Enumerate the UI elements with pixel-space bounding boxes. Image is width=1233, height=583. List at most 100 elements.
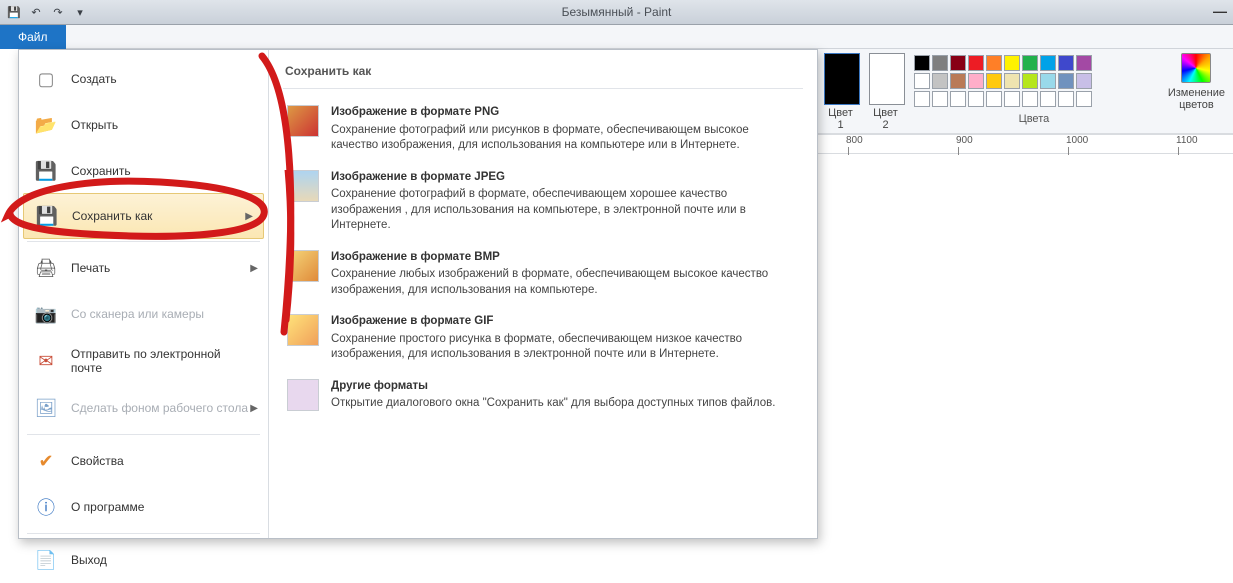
ribbon-tab-area <box>66 25 1233 49</box>
palette-swatch[interactable] <box>986 73 1002 89</box>
palette-swatch[interactable] <box>1022 73 1038 89</box>
file-menu-item-saveas[interactable]: 💾Сохранить как▶ <box>23 193 264 239</box>
format-description: Сохранение любых изображений в формате, … <box>331 267 799 298</box>
palette-swatch[interactable] <box>1004 55 1020 71</box>
file-menu-item-label: Свойства <box>71 454 124 468</box>
title-bar: 💾 ↶ ↷ ▾ Безымянный - Paint — <box>0 0 1233 25</box>
menu-separator <box>27 241 260 242</box>
file-menu-item-label: Сохранить как <box>72 209 152 223</box>
color2-label: Цвет 2 <box>873 107 898 131</box>
palette-swatch[interactable] <box>1076 91 1092 107</box>
file-menu-left-pane: ▢Создать📂Открыть💾Сохранить💾Сохранить как… <box>19 50 269 538</box>
file-menu-item-desk: 🖼Сделать фоном рабочего стола▶ <box>19 385 268 431</box>
palette-swatch[interactable] <box>950 73 966 89</box>
format-title: Другие форматы <box>331 379 775 395</box>
save-as-format-option[interactable]: Другие форматыОткрытие диалогового окна … <box>283 371 803 420</box>
menu-separator <box>27 533 260 534</box>
color2-swatch <box>869 53 905 105</box>
submenu-arrow-icon: ▶ <box>250 263 258 274</box>
format-title: Изображение в формате GIF <box>331 314 799 330</box>
palette-swatch[interactable] <box>1040 91 1056 107</box>
palette-swatch[interactable] <box>950 55 966 71</box>
save-as-format-option[interactable]: Изображение в формате BMPСохранение любы… <box>283 242 803 307</box>
menu-separator <box>27 434 260 435</box>
palette-swatch[interactable] <box>914 73 930 89</box>
palette-swatch[interactable] <box>1022 91 1038 107</box>
desk-icon: 🖼 <box>33 395 59 421</box>
file-menu-item-scan: 📷Со сканера или камеры <box>19 291 268 337</box>
file-menu-item-label: Со сканера или камеры <box>71 307 204 321</box>
file-menu-item-label: Выход <box>71 553 107 567</box>
file-menu-right-pane: Сохранить как Изображение в формате PNGС… <box>269 50 817 538</box>
save-as-format-option[interactable]: Изображение в формате PNGСохранение фото… <box>283 97 803 162</box>
quick-access-toolbar: 💾 ↶ ↷ ▾ <box>0 2 90 22</box>
palette-swatch[interactable] <box>1022 55 1038 71</box>
color-palette <box>908 49 1160 107</box>
save-as-format-option[interactable]: Изображение в формате GIF Сохранение прос… <box>283 306 803 371</box>
palette-swatch[interactable] <box>1058 73 1074 89</box>
file-menu-item-mail[interactable]: ✉ Отправить по электронной почте <box>19 337 268 385</box>
format-title: Изображение в формате PNG <box>331 105 799 121</box>
palette-swatch[interactable] <box>968 73 984 89</box>
submenu-arrow-icon: ▶ <box>250 403 258 414</box>
qat-redo-icon[interactable]: ↷ <box>48 2 68 22</box>
minimize-button[interactable]: — <box>1213 3 1227 19</box>
qat-customize-icon[interactable]: ▾ <box>70 2 90 22</box>
file-menu-item-label: Отправить по электронной почте <box>71 347 254 375</box>
palette-swatch[interactable] <box>1058 91 1074 107</box>
palette-swatch[interactable] <box>968 55 984 71</box>
file-menu-item-new[interactable]: ▢Создать <box>19 56 268 102</box>
palette-swatch[interactable] <box>986 55 1002 71</box>
file-menu-item-print[interactable]: 🖨Печать▶ <box>19 245 268 291</box>
ribbon-colors-group: Цвет 1 Цвет 2 Цвета Изменение цветов <box>818 49 1233 134</box>
format-description: Открытие диалогового окна "Сохранить как… <box>331 396 775 412</box>
prop-icon: ✔ <box>33 448 59 474</box>
palette-swatch[interactable] <box>1040 73 1056 89</box>
file-menu-item-save[interactable]: 💾Сохранить <box>19 148 268 194</box>
qat-undo-icon[interactable]: ↶ <box>26 2 46 22</box>
color1-label: Цвет 1 <box>828 107 853 131</box>
palette-swatch[interactable] <box>1004 91 1020 107</box>
file-menu-item-label: Печать <box>71 261 110 275</box>
file-menu-item-about[interactable]: ⓘ О программе <box>19 484 268 530</box>
color1-button[interactable]: Цвет 1 <box>818 49 863 133</box>
about-icon: ⓘ <box>33 494 59 520</box>
color1-swatch <box>824 53 860 105</box>
mail-icon: ✉ <box>33 348 59 374</box>
palette-swatch[interactable] <box>986 91 1002 107</box>
ribbon-tab-row: Файл <box>0 25 1233 49</box>
save-as-format-option[interactable]: Изображение в формате JPEGСохранение фот… <box>283 162 803 242</box>
file-menu-item-prop[interactable]: ✔ Свойства <box>19 438 268 484</box>
color2-button[interactable]: Цвет 2 <box>863 49 908 133</box>
format-description: Сохранение простого рисунка в формате, о… <box>331 332 799 363</box>
file-menu-item-open[interactable]: 📂Открыть <box>19 102 268 148</box>
file-tab[interactable]: Файл <box>0 25 66 49</box>
palette-swatch[interactable] <box>1076 73 1092 89</box>
edit-colors-button[interactable]: Изменение цветов <box>1160 49 1233 133</box>
palette-swatch[interactable] <box>950 91 966 107</box>
palette-swatch[interactable] <box>932 91 948 107</box>
palette-swatch[interactable] <box>1004 73 1020 89</box>
palette-swatch[interactable] <box>914 55 930 71</box>
rainbow-icon <box>1181 53 1211 83</box>
palette-swatch[interactable] <box>932 55 948 71</box>
palette-swatch[interactable] <box>968 91 984 107</box>
file-menu-item-label: Сохранить <box>71 164 131 178</box>
file-menu-item-label: О программе <box>71 500 144 514</box>
qat-save-icon[interactable]: 💾 <box>4 2 24 22</box>
file-menu-item-exit[interactable]: 📄 Выход <box>19 537 268 583</box>
window-title: Безымянный - Paint <box>562 5 672 19</box>
ruler-tick-label: 1000 <box>1066 135 1088 146</box>
file-menu-item-label: Открыть <box>71 118 118 132</box>
save-as-submenu-title: Сохранить как <box>283 60 803 89</box>
file-menu-item-label: Создать <box>71 72 117 86</box>
palette-swatch[interactable] <box>914 91 930 107</box>
format-icon <box>287 379 319 411</box>
palette-swatch[interactable] <box>1058 55 1074 71</box>
palette-swatch[interactable] <box>1040 55 1056 71</box>
ruler-tick-label: 1100 <box>1176 135 1198 146</box>
palette-swatch[interactable] <box>1076 55 1092 71</box>
format-icon <box>287 314 319 346</box>
palette-swatch[interactable] <box>932 73 948 89</box>
exit-icon: 📄 <box>33 547 59 573</box>
